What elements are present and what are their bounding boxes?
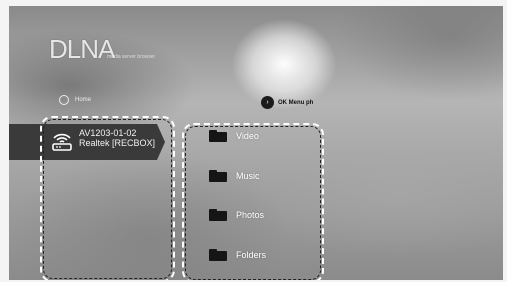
home-circle-icon [59, 95, 69, 105]
remote-hint: › OK Menu ph [261, 96, 313, 109]
folder-icon [209, 170, 227, 182]
folder-item-photos[interactable]: Photos [209, 209, 309, 221]
app-logo: DLNA [49, 34, 115, 64]
folder-label: Video [236, 131, 259, 141]
app-logo-subtext: media server browser [107, 54, 156, 60]
folder-item-music[interactable]: Music [209, 170, 309, 182]
folder-item-folders[interactable]: Folders [209, 249, 309, 261]
folder-icon [209, 249, 227, 261]
folder-item-video[interactable]: Video [209, 130, 309, 142]
folder-label: Folders [236, 250, 267, 260]
folder-icon [209, 209, 227, 221]
folder-label: Music [236, 171, 260, 181]
server-list-panel [40, 116, 175, 280]
home-nav-item[interactable]: Home [59, 95, 91, 105]
ok-button-icon: › [261, 96, 274, 109]
screen-background: DLNA media server browser Home › OK Menu… [9, 6, 503, 280]
folder-icon [209, 130, 227, 142]
folder-label: Photos [236, 210, 265, 220]
home-label: Home [75, 97, 92, 103]
hint-text: OK Menu ph [278, 99, 314, 106]
